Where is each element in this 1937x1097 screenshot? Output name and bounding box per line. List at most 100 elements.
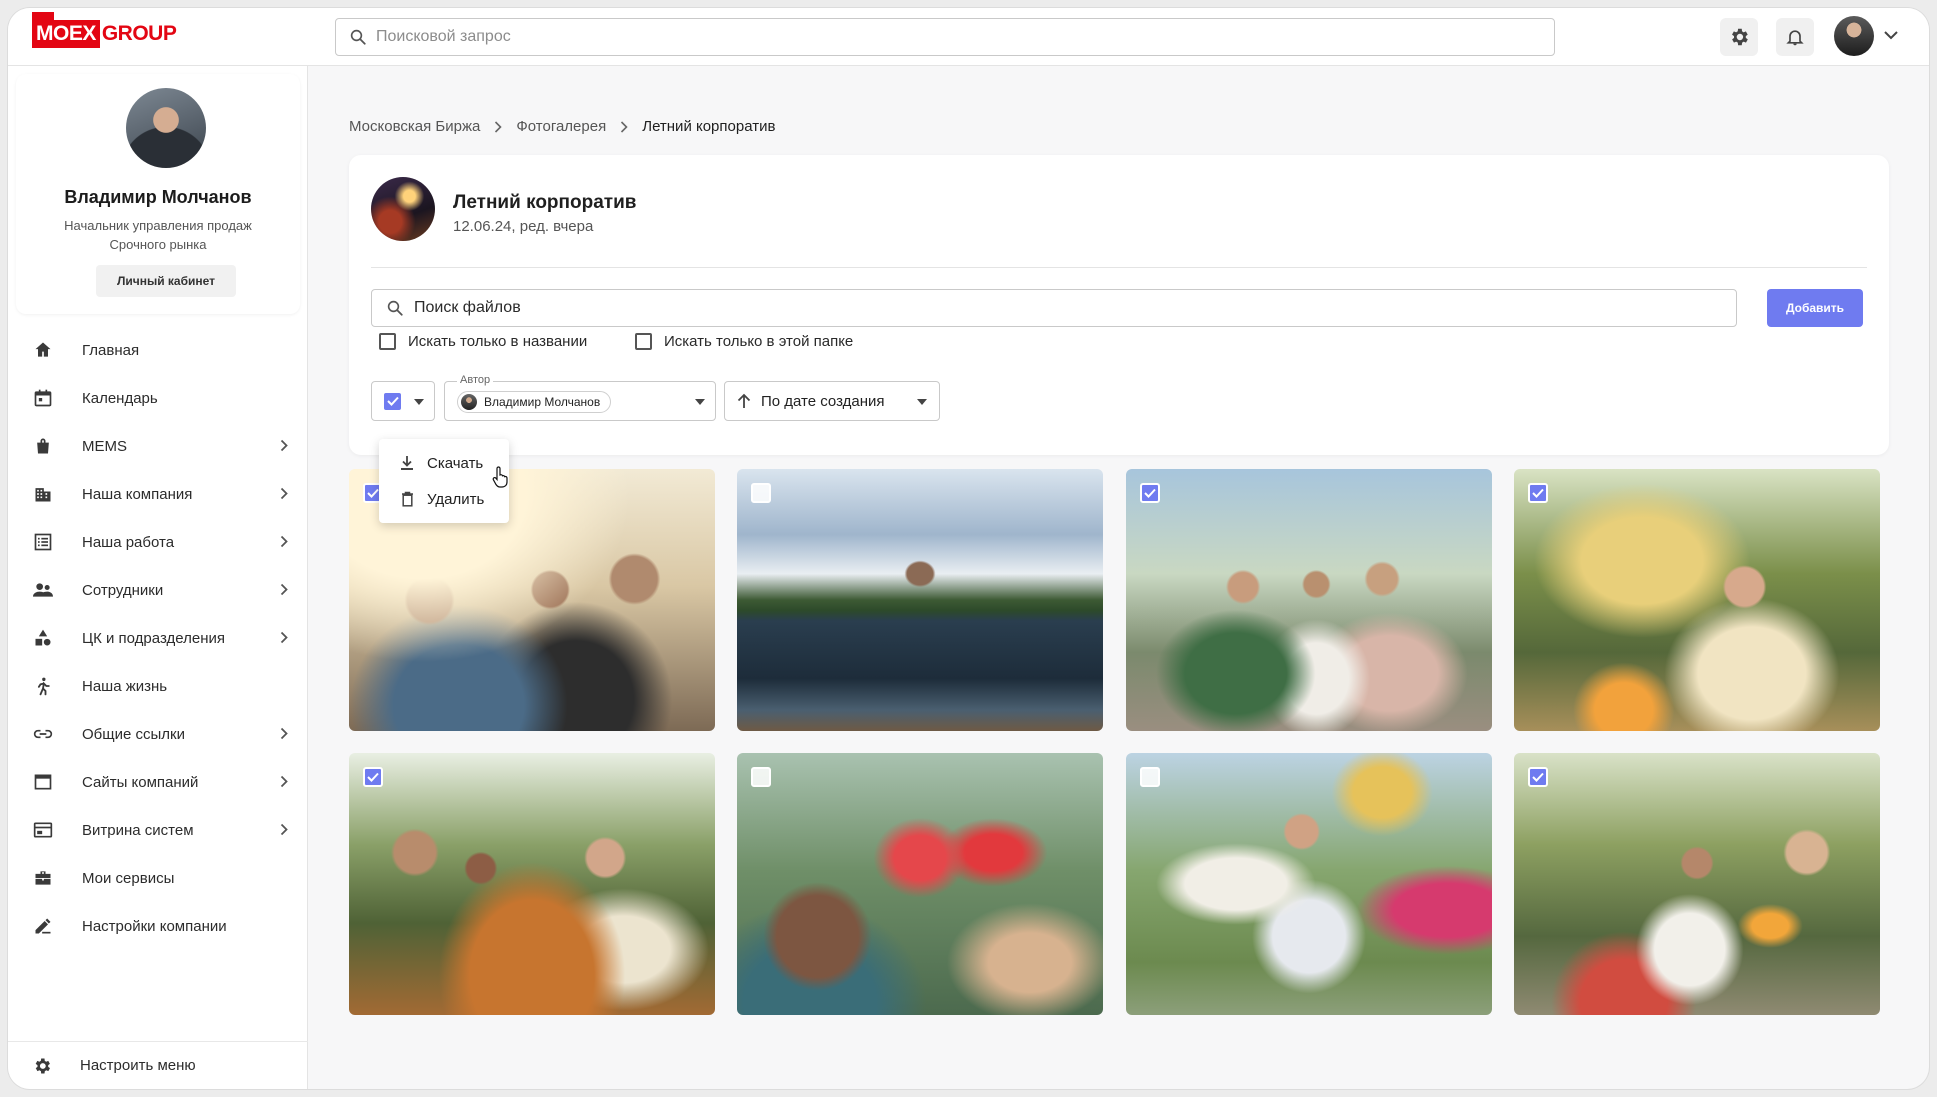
only-name-label: Искать только в названии bbox=[408, 333, 588, 350]
divider bbox=[371, 267, 1867, 268]
photo-tile[interactable] bbox=[1514, 469, 1880, 731]
delete-menu-item[interactable]: Удалить bbox=[379, 481, 509, 517]
moex-logo[interactable]: MOEX GROUP bbox=[32, 12, 177, 50]
settings-button[interactable] bbox=[1720, 18, 1758, 56]
calendar-icon bbox=[32, 387, 54, 409]
photo-checkbox[interactable] bbox=[1140, 483, 1160, 503]
author-chip-label: Владимир Молчанов bbox=[484, 395, 601, 409]
home-icon bbox=[32, 339, 54, 361]
sidebar-item-label: Настройки компании bbox=[82, 917, 227, 935]
window-icon bbox=[32, 771, 54, 793]
photo-tile[interactable] bbox=[737, 753, 1103, 1015]
logo-moex-text: MOEX bbox=[32, 12, 100, 48]
sort-dropdown[interactable]: По дате создания bbox=[724, 381, 940, 421]
chevron-right-icon bbox=[280, 487, 288, 500]
global-search[interactable] bbox=[335, 18, 1555, 56]
app-window: MOEX GROUP Владимир Молчанов Начальник у… bbox=[8, 8, 1929, 1089]
photo-checkbox[interactable] bbox=[1140, 767, 1160, 787]
sidebar-item-calendar[interactable]: Календарь bbox=[8, 374, 308, 422]
photo-tile[interactable] bbox=[349, 753, 715, 1015]
personal-cabinet-button[interactable]: Личный кабинет bbox=[96, 265, 236, 297]
photo-tile[interactable] bbox=[1126, 753, 1492, 1015]
author-chip[interactable]: Владимир Молчанов bbox=[457, 391, 612, 413]
select-all-dropdown[interactable] bbox=[371, 381, 435, 421]
author-filter[interactable]: Автор Владимир Молчанов bbox=[444, 374, 716, 421]
only-folder-label: Искать только в этой папке bbox=[664, 333, 854, 350]
link-icon bbox=[32, 723, 54, 745]
profile-avatar[interactable] bbox=[126, 88, 206, 168]
photo-checkbox[interactable] bbox=[1528, 767, 1548, 787]
sidebar-nav: Главная Календарь MEMS Наша компания Наш… bbox=[8, 326, 308, 950]
customize-menu-label: Настроить меню bbox=[80, 1057, 196, 1074]
only-folder-checkbox[interactable] bbox=[635, 333, 652, 350]
search-icon bbox=[350, 29, 366, 45]
sidebar-item-label: Общие ссылки bbox=[82, 725, 185, 743]
sidebar-item-employees[interactable]: Сотрудники bbox=[8, 566, 308, 614]
sidebar: Владимир Молчанов Начальник управления п… bbox=[8, 66, 308, 1089]
global-search-input[interactable] bbox=[376, 28, 1554, 46]
photo-checkbox[interactable] bbox=[363, 767, 383, 787]
sidebar-item-home[interactable]: Главная bbox=[8, 326, 308, 374]
caret-down-icon bbox=[695, 399, 705, 405]
breadcrumb-item[interactable]: Фотогалерея bbox=[516, 118, 606, 135]
delete-label: Удалить bbox=[427, 490, 485, 508]
chevron-right-icon bbox=[494, 120, 502, 133]
sidebar-item-my-services[interactable]: Мои сервисы bbox=[8, 854, 308, 902]
only-folder-option[interactable]: Искать только в этой папке bbox=[635, 333, 853, 350]
user-avatar[interactable] bbox=[1834, 16, 1874, 56]
sidebar-item-work[interactable]: Наша работа bbox=[8, 518, 308, 566]
file-search-input[interactable] bbox=[414, 299, 1736, 317]
sidebar-item-label: Календарь bbox=[82, 389, 158, 407]
sidebar-item-company-settings[interactable]: Настройки компании bbox=[8, 902, 308, 950]
chevron-right-icon bbox=[280, 631, 288, 644]
photo-checkbox[interactable] bbox=[751, 767, 771, 787]
sidebar-item-label: Сайты компаний bbox=[82, 773, 199, 791]
photo-checkbox[interactable] bbox=[751, 483, 771, 503]
chevron-down-icon[interactable] bbox=[1884, 30, 1898, 40]
download-icon bbox=[399, 455, 415, 471]
sidebar-item-systems[interactable]: Витрина систем bbox=[8, 806, 308, 854]
album-title: Летний корпоратив bbox=[453, 192, 637, 213]
sidebar-item-life[interactable]: Наша жизнь bbox=[8, 662, 308, 710]
shapes-icon bbox=[32, 627, 54, 649]
sidebar-item-company[interactable]: Наша компания bbox=[8, 470, 308, 518]
file-search[interactable] bbox=[371, 289, 1737, 327]
arrow-up-icon bbox=[737, 393, 751, 409]
sidebar-item-label: Наша жизнь bbox=[82, 677, 168, 695]
sidebar-item-links[interactable]: Общие ссылки bbox=[8, 710, 308, 758]
customize-menu-button[interactable]: Настроить меню bbox=[8, 1041, 308, 1089]
download-label: Скачать bbox=[427, 454, 484, 472]
sidebar-item-mems[interactable]: MEMS bbox=[8, 422, 308, 470]
only-name-option[interactable]: Искать только в названии bbox=[379, 333, 587, 350]
breadcrumb-item[interactable]: Московская Биржа bbox=[349, 118, 480, 135]
chevron-right-icon bbox=[280, 775, 288, 788]
hand-cursor-icon bbox=[492, 466, 508, 488]
select-all-checkbox[interactable] bbox=[384, 392, 401, 410]
add-button[interactable]: Добавить bbox=[1767, 289, 1863, 327]
album-meta: 12.06.24, ред. вчера bbox=[453, 218, 594, 235]
download-menu-item[interactable]: Скачать bbox=[379, 445, 509, 481]
sidebar-item-label: Наша работа bbox=[82, 533, 175, 551]
gear-icon bbox=[1732, 28, 1748, 46]
avatar bbox=[461, 394, 477, 410]
album-cover bbox=[371, 177, 435, 241]
photo-tile[interactable] bbox=[1514, 753, 1880, 1015]
chevron-right-icon bbox=[280, 823, 288, 836]
photo-tile[interactable] bbox=[1126, 469, 1492, 731]
author-filter-label: Автор bbox=[457, 374, 494, 386]
sidebar-item-label: Мои сервисы bbox=[82, 869, 175, 887]
profile-role: Начальник управления продаж Срочного рын… bbox=[64, 218, 252, 252]
photo-tile[interactable] bbox=[737, 469, 1103, 731]
sidebar-item-company-sites[interactable]: Сайты компаний bbox=[8, 758, 308, 806]
sidebar-item-label: ЦК и подразделения bbox=[82, 629, 225, 647]
chevron-right-icon bbox=[280, 727, 288, 740]
profile-card: Владимир Молчанов Начальник управления п… bbox=[16, 74, 300, 314]
top-bar: MOEX GROUP bbox=[8, 8, 1929, 66]
chevron-right-icon bbox=[280, 439, 288, 452]
chevron-right-icon bbox=[620, 120, 628, 133]
sidebar-item-departments[interactable]: ЦК и подразделения bbox=[8, 614, 308, 662]
notifications-button[interactable] bbox=[1776, 18, 1814, 56]
only-name-checkbox[interactable] bbox=[379, 333, 396, 350]
photo-checkbox[interactable] bbox=[1528, 483, 1548, 503]
breadcrumb-current: Летний корпоратив bbox=[642, 118, 776, 135]
